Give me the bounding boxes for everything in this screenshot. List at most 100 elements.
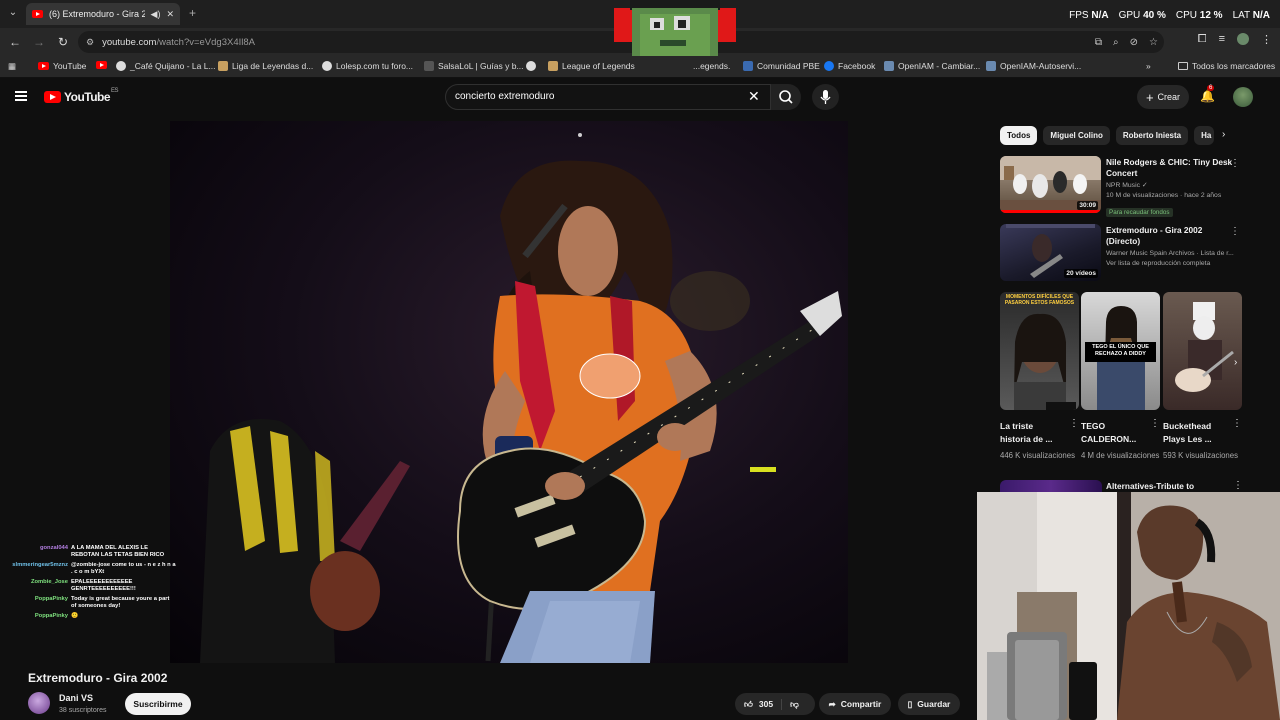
bookmark-label: OpenIAM - Cambiar...	[898, 61, 981, 71]
chat-message: PoppaPinky 🙂	[4, 613, 176, 620]
close-tab-icon[interactable]: ✕	[166, 9, 174, 20]
zoom-icon[interactable]: ⌕	[1113, 37, 1119, 48]
shorts-next-chevron-icon[interactable]: ›	[1234, 357, 1237, 368]
site-info-icon[interactable]: ⚙	[86, 37, 94, 48]
extensions-icon[interactable]: ⧠	[1198, 33, 1207, 46]
short-thumbnail[interactable]	[1163, 292, 1242, 410]
dislike-button[interactable]: 👎︎	[782, 699, 807, 710]
rec-title[interactable]: Nile Rodgers & CHIC: Tiny Desk Concert	[1106, 157, 1236, 179]
bookmark-comunidad-pbe[interactable]: Comunidad PBE	[743, 61, 820, 71]
install-app-icon[interactable]: ⧉	[1095, 37, 1102, 48]
short-item[interactable]: TEGO EL ÚNICO QUE RECHAZO A DIDDY TEGO C…	[1081, 292, 1160, 462]
short-title[interactable]: TEGO CALDERON...	[1081, 420, 1145, 446]
chip-todos[interactable]: Todos	[1000, 126, 1038, 145]
bookmark-league-of-legends[interactable]: League of Legends	[548, 61, 635, 71]
more-options-icon[interactable]: ⋮	[1233, 480, 1243, 491]
notifications-button[interactable]: 🔔 6	[1200, 85, 1215, 103]
youtube-favicon-icon	[96, 61, 107, 69]
chip-roberto-iniesta[interactable]: Roberto Iniesta	[1115, 126, 1189, 145]
save-button[interactable]: ▯ Guardar	[898, 693, 960, 715]
more-options-icon[interactable]: ⋮	[1232, 418, 1242, 429]
bookmark-globe[interactable]	[526, 61, 536, 71]
bookmark-salsalol[interactable]: SalsaLoL | Guías y b...	[424, 61, 524, 71]
profile-avatar-icon[interactable]	[1237, 33, 1249, 45]
account-avatar[interactable]	[1233, 87, 1253, 107]
youtube-logo[interactable]: YouTube ES	[44, 88, 119, 104]
globe-icon	[116, 61, 126, 71]
recommended-video[interactable]: 30:09 Nile Rodgers & CHIC: Tiny Desk Con…	[1000, 156, 1246, 217]
search-input[interactable]: concierto extremoduro	[445, 84, 771, 110]
short-title[interactable]: La triste historia de ...	[1000, 420, 1064, 446]
bookmark-icon: ▯	[907, 698, 913, 709]
more-options-icon[interactable]: ⋮	[1230, 226, 1240, 237]
chip-miguel-colino[interactable]: Miguel Colino	[1043, 126, 1110, 145]
rec-title[interactable]: Extremoduro - Gira 2002 (Directo)	[1106, 225, 1236, 247]
bookmark-label: ...egends.	[693, 61, 731, 71]
more-options-icon[interactable]: ⋮	[1069, 418, 1079, 429]
back-arrow-icon[interactable]: ←	[3, 35, 27, 49]
short-item[interactable]: Buckethead Plays Les ... 593 K visualiza…	[1163, 292, 1242, 462]
bookmark-openiam-cambiar[interactable]: OpenIAM - Cambiar...	[884, 61, 980, 71]
bookmark-facebook[interactable]: Facebook	[824, 61, 875, 71]
thumbs-down-icon: 👎︎	[790, 698, 799, 709]
like-button[interactable]: 👍︎ 305	[735, 698, 783, 710]
browser-menu-icon[interactable]: ⋮	[1261, 33, 1272, 46]
short-thumbnail[interactable]: TEGO EL ÚNICO QUE RECHAZO A DIDDY	[1081, 292, 1160, 410]
chip-partial[interactable]: Ha	[1194, 126, 1215, 145]
salsalol-favicon-icon	[424, 61, 434, 71]
forward-arrow-icon[interactable]: →	[27, 35, 51, 49]
clear-search-icon[interactable]: ✕	[748, 88, 760, 105]
channel-avatar[interactable]	[28, 692, 50, 714]
bookmark-legends-partial[interactable]: ...egends.	[693, 61, 730, 71]
bookmark-youtube[interactable]: YouTube	[38, 61, 86, 71]
rec-channel[interactable]: NPR Music ✓	[1106, 181, 1236, 191]
rec-channel[interactable]: Warner Music Spain Archivos · Lista de r…	[1106, 249, 1236, 259]
media-control-icon[interactable]: ≡	[1219, 33, 1225, 46]
bookmark-star-icon[interactable]: ☆	[1149, 37, 1158, 48]
cpu-readout: CPU 12 %	[1175, 10, 1223, 21]
new-tab-icon[interactable]: +	[189, 6, 196, 20]
all-bookmarks[interactable]: Todos los marcadores	[1178, 61, 1275, 71]
short-views: 593 K visualizaciones	[1163, 451, 1238, 460]
bookmark-openiam-autoservi[interactable]: OpenIAM-Autoservi...	[986, 61, 1081, 71]
video-thumbnail[interactable]: 30:09	[1000, 156, 1101, 213]
video-thumbnail[interactable]	[1000, 480, 1102, 492]
more-bookmarks-chevron-icon[interactable]: »	[1146, 61, 1151, 71]
bookmark-label: Facebook	[838, 61, 876, 71]
chip-next-chevron-icon[interactable]: ›	[1222, 129, 1225, 140]
reload-icon[interactable]: ↻	[51, 35, 75, 49]
filter-chips: Todos Miguel Colino Roberto Iniesta Ha	[1000, 126, 1215, 145]
view-full-playlist-link[interactable]: Ver lista de reproducción completa	[1106, 259, 1236, 269]
rec-title[interactable]: Alternatives-Tribute to	[1106, 481, 1194, 491]
bookmark-cafe-quijano[interactable]: _Café Quijano - La L...	[116, 61, 216, 71]
share-button[interactable]: ➦ Compartir	[819, 693, 891, 715]
bookmark-folder[interactable]	[96, 61, 107, 69]
browser-tab[interactable]: (6) Extremoduro - Gira 2002 ◀) ✕	[26, 3, 180, 25]
short-item[interactable]: MOMENTOS DIFÍCILES QUE PASARON ESTOS FAM…	[1000, 292, 1079, 462]
short-thumbnail[interactable]: MOMENTOS DIFÍCILES QUE PASARON ESTOS FAM…	[1000, 292, 1079, 410]
hamburger-menu-icon[interactable]	[15, 91, 27, 101]
tracking-protection-icon[interactable]: ⊘	[1130, 37, 1138, 48]
bookmarks-bar: ▦ YouTube _Café Quijano - La L... Liga d…	[0, 56, 1280, 78]
bookmark-liga-leyendas[interactable]: Liga de Leyendas d...	[218, 61, 313, 71]
more-options-icon[interactable]: ⋮	[1150, 418, 1160, 429]
like-dislike-group: 👍︎ 305 👎︎	[735, 693, 815, 715]
video-player[interactable]	[170, 121, 848, 663]
more-options-icon[interactable]: ⋮	[1230, 158, 1240, 169]
short-title[interactable]: Buckethead Plays Les ...	[1163, 420, 1227, 446]
chat-message: PoppaPinky Today is great because youre a…	[4, 596, 176, 610]
voice-search-button[interactable]	[812, 84, 839, 110]
playlist-thumbnail[interactable]: 20 vídeos	[1000, 224, 1101, 281]
search-button[interactable]	[771, 84, 801, 110]
recommended-playlist[interactable]: 20 vídeos Extremoduro - Gira 2002 (Direc…	[1000, 224, 1246, 282]
chat-user: PoppaPinky	[34, 613, 68, 619]
chat-user: slmmeringear5mznz	[12, 562, 68, 568]
create-button[interactable]: + Crear	[1137, 85, 1189, 109]
apps-grid-icon[interactable]: ▦	[8, 61, 16, 72]
speaker-icon[interactable]: ◀)	[151, 9, 161, 20]
chat-user: PoppaPinky	[34, 596, 68, 602]
channel-name[interactable]: Dani VS	[59, 693, 93, 703]
subscribe-button[interactable]: Suscribirme	[125, 693, 191, 715]
bookmark-lolesp[interactable]: Lolesp.com tu foro...	[322, 61, 413, 71]
tab-search-chevron-icon[interactable]: ⌄	[5, 5, 21, 21]
